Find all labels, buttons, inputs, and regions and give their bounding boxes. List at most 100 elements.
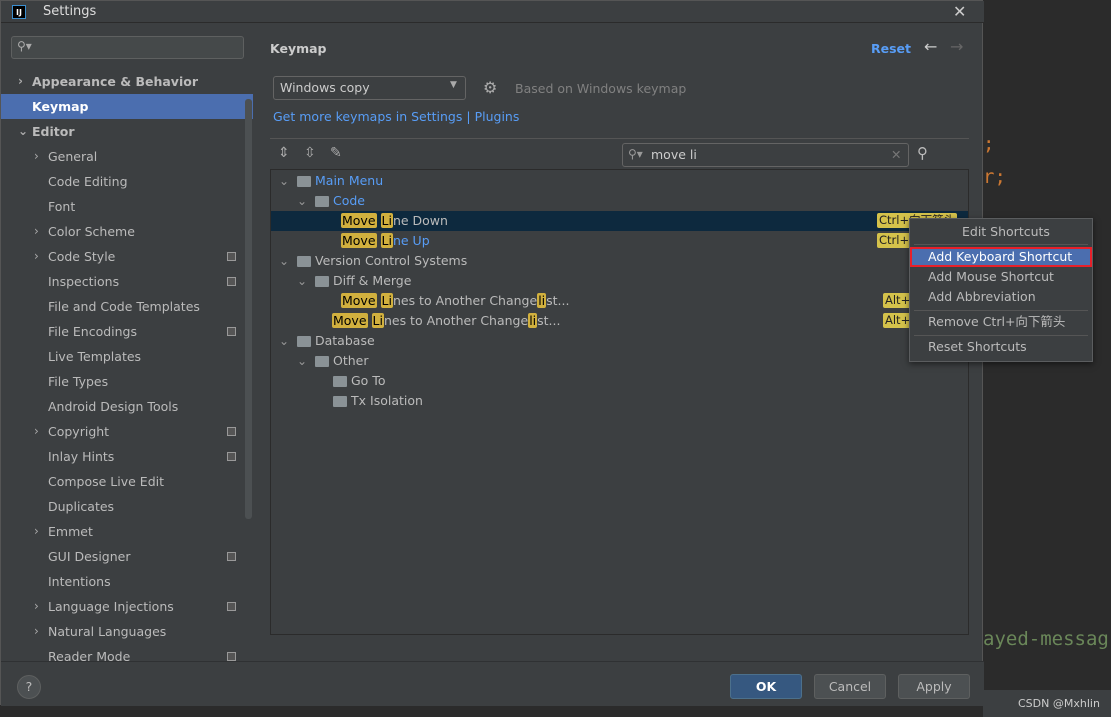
sidebar-item-inlay-hints[interactable]: Inlay Hints (1, 444, 253, 469)
sidebar-item-duplicates[interactable]: Duplicates (1, 494, 253, 519)
menu-item-reset-shortcuts[interactable]: Reset Shortcuts (910, 337, 1092, 357)
chevron-down-icon[interactable]: ⌄ (297, 191, 307, 211)
clear-icon[interactable]: ✕ (891, 147, 901, 162)
project-settings-icon (227, 277, 236, 286)
help-button[interactable]: ? (17, 675, 41, 699)
title-bar: IJ Settings ✕ (1, 1, 984, 23)
sidebar-item-general[interactable]: › General (1, 144, 253, 169)
sidebar-item-label: File and Code Templates (48, 299, 200, 314)
sidebar-search-input[interactable]: ⚲▾ (11, 36, 244, 59)
based-on-label: Based on Windows keymap (515, 81, 687, 96)
chevron-down-icon[interactable]: ⌄ (279, 331, 289, 351)
sidebar-item-editor[interactable]: ⌄ Editor (1, 119, 253, 144)
search-highlight: li (537, 293, 547, 308)
cancel-button[interactable]: Cancel (814, 674, 886, 699)
gear-icon[interactable]: ⚙ (483, 78, 497, 97)
chevron-right-icon[interactable]: › (34, 519, 39, 544)
tree-row[interactable]: Go To (271, 371, 968, 391)
chevron-down-icon[interactable]: ⌄ (297, 271, 307, 291)
action-label: Other (333, 353, 369, 368)
sidebar-item-natural-languages[interactable]: › Natural Languages (1, 619, 253, 644)
menu-item-remove-shortcut[interactable]: Remove Ctrl+向下箭头 (910, 312, 1092, 332)
sidebar-item-reader-mode[interactable]: Reader Mode (1, 644, 253, 661)
chevron-right-icon[interactable]: › (34, 219, 39, 244)
sidebar-item-font[interactable]: Font (1, 194, 253, 219)
tree-row[interactable]: ⌄ Other (271, 351, 968, 371)
chevron-down-icon[interactable]: ⌄ (18, 119, 28, 144)
back-arrow-icon[interactable]: ← (924, 37, 937, 56)
chevron-down-icon[interactable]: ⌄ (297, 351, 307, 371)
chevron-right-icon[interactable]: › (34, 244, 39, 269)
chevron-down-icon[interactable]: ⌄ (279, 251, 289, 271)
edit-pencil-icon[interactable]: ✎ (330, 145, 342, 161)
chevron-right-icon[interactable]: › (34, 619, 39, 644)
sidebar-item-code-editing[interactable]: Code Editing (1, 169, 253, 194)
watermark: CSDN @Mxhlin (983, 690, 1111, 717)
sidebar-item-copyright[interactable]: › Copyright (1, 419, 253, 444)
sidebar-item-language-injections[interactable]: › Language Injections (1, 594, 253, 619)
sidebar-item-file-and-code-templates[interactable]: File and Code Templates (1, 294, 253, 319)
tree-row[interactable]: Tx Isolation (271, 391, 968, 411)
sidebar-scrollbar[interactable] (245, 99, 252, 519)
sidebar-item-label: Inlay Hints (48, 449, 115, 464)
sidebar-item-appearance-behavior[interactable]: › Appearance & Behavior (1, 69, 253, 94)
tree-row[interactable]: ⌄ Database (271, 331, 968, 351)
forward-arrow-icon[interactable]: → (950, 37, 963, 56)
tree-row[interactable]: ⌄ Diff & Merge (271, 271, 968, 291)
dialog-footer: ? OK Cancel Apply (1, 661, 984, 706)
menu-separator (914, 335, 1088, 336)
apply-button[interactable]: Apply (898, 674, 970, 699)
sidebar-item-color-scheme[interactable]: › Color Scheme (1, 219, 253, 244)
sidebar-item-intentions[interactable]: Intentions (1, 569, 253, 594)
menu-item-add-keyboard-shortcut[interactable]: Add Keyboard Shortcut (910, 247, 1092, 267)
tree-row[interactable]: ⌄ Version Control Systems (271, 251, 968, 271)
chevron-right-icon[interactable]: › (18, 69, 23, 94)
menu-folder-icon (297, 176, 311, 187)
sidebar-item-emmet[interactable]: › Emmet (1, 519, 253, 544)
sidebar-item-file-types[interactable]: File Types (1, 369, 253, 394)
search-highlight: Li (380, 213, 393, 228)
app-logo: IJ (12, 5, 26, 19)
sidebar-item-keymap[interactable]: Keymap (1, 94, 253, 119)
tree-row[interactable]: Move Lines to Another Changelist...Alt+S… (271, 291, 968, 311)
collapse-all-icon[interactable]: ⇳ (304, 145, 316, 161)
sidebar-item-android-design-tools[interactable]: Android Design Tools (1, 394, 253, 419)
action-label: Code (333, 193, 366, 208)
sidebar-item-label: Live Templates (48, 349, 142, 364)
get-more-keymaps-link[interactable]: Get more keymaps in Settings (273, 109, 462, 124)
window-title: Settings (43, 4, 97, 19)
expand-all-icon[interactable]: ⇕ (278, 145, 290, 161)
chevron-right-icon[interactable]: › (34, 419, 39, 444)
close-button[interactable]: ✕ (953, 2, 966, 21)
chevron-right-icon[interactable]: › (34, 144, 39, 169)
plugins-link[interactable]: Plugins (475, 109, 520, 124)
menu-item-add-mouse-shortcut[interactable]: Add Mouse Shortcut (910, 267, 1092, 287)
sidebar-item-live-templates[interactable]: Live Templates (1, 344, 253, 369)
sidebar-item-gui-designer[interactable]: GUI Designer (1, 544, 253, 569)
tree-row[interactable]: Move Lines to Another Changelist...Alt+S… (271, 311, 968, 331)
sidebar-item-compose-live-edit[interactable]: Compose Live Edit (1, 469, 253, 494)
sidebar-item-code-style[interactable]: › Code Style (1, 244, 253, 269)
search-highlight: Li (371, 313, 384, 328)
folder-icon (297, 256, 311, 267)
context-menu: Edit Shortcuts Add Keyboard Shortcut Add… (909, 218, 1093, 362)
action-label: Go To (351, 373, 386, 388)
tree-row[interactable]: Move Line UpCtrl+向上箭头 (271, 231, 968, 251)
reset-link[interactable]: Reset (871, 41, 911, 56)
chevron-down-icon[interactable]: ⌄ (279, 171, 289, 191)
chevron-right-icon[interactable]: › (34, 594, 39, 619)
keymap-search-input[interactable]: ⚲▾ move li ✕ (622, 143, 909, 167)
ok-button[interactable]: OK (730, 674, 802, 699)
tree-row[interactable]: ⌄ Main Menu (271, 171, 968, 191)
sidebar-item-inspections[interactable]: Inspections (1, 269, 253, 294)
tree-row[interactable]: ⌄ Code (271, 191, 968, 211)
sidebar-item-label: Compose Live Edit (48, 474, 165, 489)
sidebar-item-file-encodings[interactable]: File Encodings (1, 319, 253, 344)
menu-item-add-abbreviation[interactable]: Add Abbreviation (910, 287, 1092, 307)
sidebar-item-label: Editor (32, 124, 75, 139)
chevron-down-icon: ▼ (450, 80, 457, 90)
find-shortcut-icon[interactable]: ⚲ (917, 144, 928, 162)
keymap-select[interactable]: Windows copy ▼ (273, 76, 466, 100)
divider (270, 138, 969, 139)
tree-row[interactable]: Move Line DownCtrl+向下箭头 (271, 211, 968, 231)
